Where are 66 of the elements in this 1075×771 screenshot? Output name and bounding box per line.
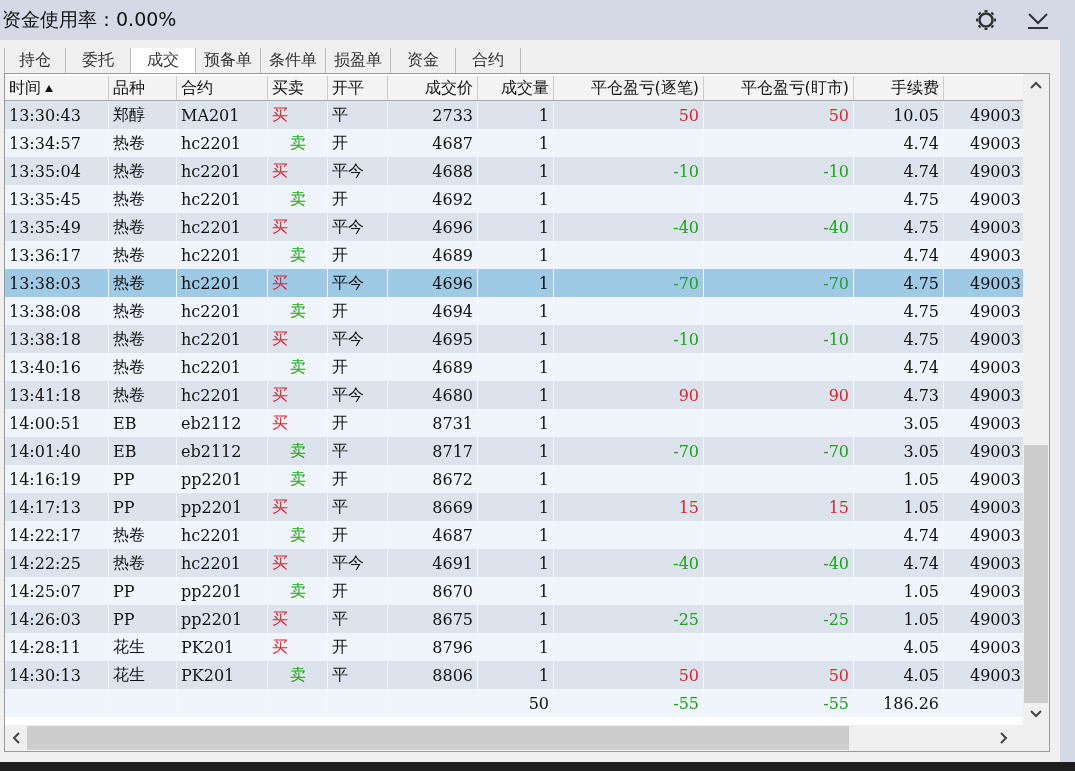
column-header[interactable]: 品种: [109, 76, 177, 100]
column-header[interactable]: 合约: [177, 76, 268, 100]
pnl-value: 90: [678, 385, 699, 405]
pnl-value: -40: [673, 217, 699, 237]
trade-row[interactable]: 13:36:17 热卷 hc2201 卖 开 4689 1 4.74 49003: [5, 241, 1023, 269]
pnl-value: -40: [673, 553, 699, 573]
pnl-value: -70: [823, 273, 849, 293]
pnl-value: -70: [823, 441, 849, 461]
pnl-value: -40: [823, 553, 849, 573]
column-header[interactable]: 成交量: [478, 76, 554, 100]
trade-row[interactable]: 13:34:57 热卷 hc2201 卖 开 4687 1 4.74 49003: [5, 129, 1023, 157]
pnl-value: -10: [823, 329, 849, 349]
total-cell: 50: [478, 689, 554, 717]
settings-icon[interactable]: [973, 7, 999, 33]
trade-row[interactable]: 13:41:18 热卷 hc2201 买 平今 4680 1 90 90 4.73 49003: [5, 381, 1023, 409]
trade-row[interactable]: 14:28:11 花生 PK201 买 开 8796 1 4.05 49003: [5, 633, 1023, 661]
column-header[interactable]: 平仓盈亏(逐笔): [554, 76, 704, 100]
column-header[interactable]: 开平: [328, 76, 388, 100]
pnl-value: 50: [828, 665, 849, 685]
column-header[interactable]: 手续费: [854, 76, 944, 100]
total-cell: 186.26: [854, 689, 944, 717]
column-header[interactable]: 买卖: [268, 76, 328, 100]
pnl-value: -10: [673, 161, 699, 181]
pnl-value: 15: [678, 497, 699, 517]
trade-row[interactable]: 13:38:18 热卷 hc2201 买 平今 4695 1 -10 -10 4.75 49003: [5, 325, 1023, 353]
pnl-value: 50: [828, 105, 849, 125]
pnl-value: -25: [823, 609, 849, 629]
pnl-value: 50: [678, 665, 699, 685]
tab[interactable]: 持仓: [4, 48, 66, 73]
trade-row[interactable]: 13:30:43 郑醇 MA201 买 平 2733 1 50 50 10.05 49003: [5, 101, 1023, 129]
pnl-value: 50: [678, 105, 699, 125]
pnl-value: -25: [673, 609, 699, 629]
trade-row[interactable]: 13:40:16 热卷 hc2201 卖 开 4689 1 4.74 49003: [5, 353, 1023, 381]
trade-row[interactable]: 14:25:07 PP pp2201 卖 开 8670 1 1.05 49003: [5, 577, 1023, 605]
scroll-thumb[interactable]: [1024, 445, 1048, 703]
column-header[interactable]: 成交价: [388, 76, 478, 100]
trade-row[interactable]: 13:38:08 热卷 hc2201 卖 开 4694 1 4.75 49003: [5, 297, 1023, 325]
column-header[interactable]: 平仓盈亏(盯市): [704, 76, 854, 100]
trade-row[interactable]: 13:38:03 热卷 hc2201 买 平今 4696 1 -70 -70 4.75 49003: [5, 269, 1023, 297]
trade-row[interactable]: 14:17:13 PP pp2201 买 平 8669 1 15 15 1.05 49003: [5, 493, 1023, 521]
pnl-value: -40: [823, 217, 849, 237]
pnl-value: -70: [673, 441, 699, 461]
trade-row[interactable]: 14:26:03 PP pp2201 买 平 8675 1 -25 -25 1.05 49003: [5, 605, 1023, 633]
pnl-value: -70: [673, 273, 699, 293]
trade-row[interactable]: 14:00:51 EB eb2112 买 开 8731 1 3.05 49003: [5, 409, 1023, 437]
trade-row[interactable]: 14:30:13 花生 PK201 卖 平 8806 1 50 50 4.05 49003: [5, 661, 1023, 689]
trade-row[interactable]: 13:35:45 热卷 hc2201 卖 开 4692 1 4.75 49003: [5, 185, 1023, 213]
pnl-value: -10: [823, 161, 849, 181]
trade-row[interactable]: 14:22:17 热卷 hc2201 卖 开 4687 1 4.74 49003: [5, 521, 1023, 549]
capital-usage-label: 资金使用率：0.00%: [2, 7, 177, 32]
horizontal-scrollbar[interactable]: [5, 725, 1023, 751]
trade-row[interactable]: 14:16:19 PP pp2201 卖 开 8672 1 1.05 49003: [5, 465, 1023, 493]
pnl-total: -55: [823, 693, 849, 713]
column-header[interactable]: 时间: [5, 76, 109, 100]
trade-row[interactable]: 14:01:40 EB eb2112 卖 平 8717 1 -70 -70 3.05 49003: [5, 437, 1023, 465]
trade-row[interactable]: 14:22:25 热卷 hc2201 买 平今 4691 1 -40 -40 4.74 49003: [5, 549, 1023, 577]
tab[interactable]: 成交: [131, 48, 196, 73]
pnl-value: -10: [673, 329, 699, 349]
trade-row[interactable]: 13:35:04 热卷 hc2201 买 平今 4688 1 -10 -10 4.74 49003: [5, 157, 1023, 185]
trade-row[interactable]: 13:35:49 热卷 hc2201 买 平今 4696 1 -40 -40 4.75 49003: [5, 213, 1023, 241]
pnl-value: 15: [828, 497, 849, 517]
pnl-total: -55: [673, 693, 699, 713]
vertical-scrollbar[interactable]: [1023, 74, 1049, 725]
pnl-value: 90: [828, 385, 849, 405]
scroll-thumb[interactable]: [27, 726, 849, 750]
sort-arrow-icon: [45, 84, 53, 92]
